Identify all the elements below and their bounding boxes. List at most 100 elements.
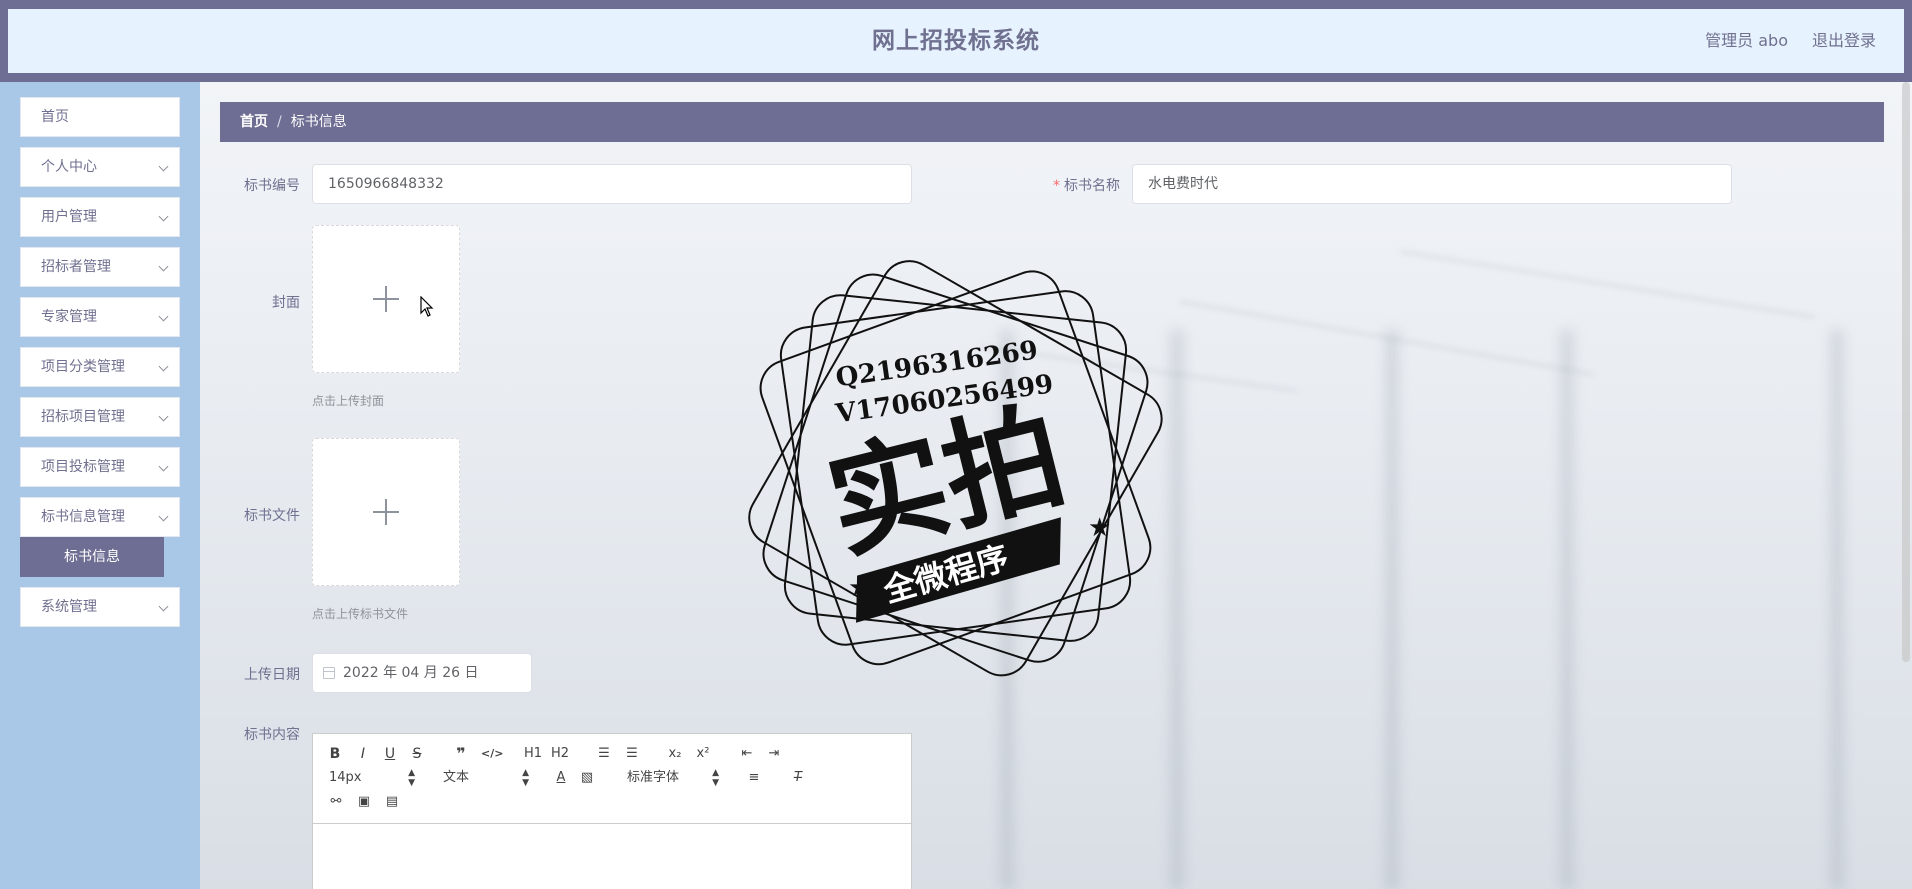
- current-user[interactable]: 管理员 abo: [1705, 9, 1788, 73]
- upload-date-value: 2022 年 04 月 26 日: [343, 665, 479, 681]
- sidebar-item-tender-project-management[interactable]: 招标项目管理: [20, 397, 180, 437]
- sidebar-item-label: 项目分类管理: [41, 359, 125, 375]
- star-icon: ★: [1088, 513, 1111, 543]
- link-icon[interactable]: ⚯: [327, 792, 345, 812]
- sidebar-item-label: 项目投标管理: [41, 459, 125, 475]
- upload-date-label: 上传日期: [244, 667, 300, 683]
- chevron-down-icon: [158, 361, 169, 372]
- superscript-button[interactable]: x²: [693, 744, 713, 764]
- sidebar-item-label: 首页: [41, 109, 69, 125]
- chevron-down-icon: [158, 411, 169, 422]
- paragraph-select[interactable]: 文本 ▲ ▼: [443, 768, 529, 788]
- bid-number-label: 标书编号: [244, 178, 300, 194]
- font-color-icon[interactable]: A: [553, 768, 569, 788]
- bid-name-field[interactable]: 水电费时代: [1132, 164, 1732, 204]
- breadcrumb-separator: /: [277, 114, 282, 130]
- sidebar-item-expert-management[interactable]: 专家管理: [20, 297, 180, 337]
- code-button[interactable]: </>: [481, 744, 503, 764]
- sidebar-item-label: 用户管理: [41, 209, 97, 225]
- content-label: 标书内容: [244, 727, 300, 743]
- sidebar-item-bid-document-management[interactable]: 标书信息管理: [20, 497, 180, 537]
- outdent-icon[interactable]: ⇤: [738, 744, 756, 764]
- font-size-select[interactable]: 14px ▲ ▼: [329, 768, 415, 788]
- blockquote-button[interactable]: ❞: [453, 744, 469, 764]
- cover-upload-tip: 点击上传封面: [312, 394, 385, 408]
- page-scrollbar[interactable]: [1902, 82, 1910, 662]
- chevron-down-icon: [158, 601, 169, 612]
- bold-button[interactable]: B: [327, 744, 343, 764]
- plus-icon: [373, 499, 399, 525]
- bid-number-field[interactable]: 1650966848332: [312, 164, 912, 204]
- sidebar-item-bid-management[interactable]: 项目投标管理: [20, 447, 180, 487]
- header-actions: 管理员 abo 退出登录: [1705, 9, 1876, 73]
- bullet-list-icon[interactable]: ☰: [623, 744, 641, 764]
- indent-icon[interactable]: ⇥: [765, 744, 783, 764]
- rich-text-editor: B I U S ❞ </> H1 H2 ☰ ☰ x₂ x² ⇤ ⇥ 14px ▲…: [312, 733, 912, 889]
- font-family-select[interactable]: 标准字体 ▲ ▼: [627, 768, 719, 788]
- chevron-down-icon: [158, 461, 169, 472]
- clear-format-icon[interactable]: T̶: [789, 768, 807, 788]
- underline-button[interactable]: U: [382, 744, 398, 764]
- italic-button[interactable]: I: [355, 744, 371, 764]
- sidebar-subitem-bid-document[interactable]: 标书信息: [20, 537, 164, 577]
- paragraph-value: 文本: [443, 770, 470, 785]
- top-header: 网上招投标系统 管理员 abo 退出登录: [0, 0, 1912, 82]
- video-icon[interactable]: ▤: [383, 792, 401, 812]
- bid-file-uploader[interactable]: [312, 438, 460, 586]
- sidebar-item-home[interactable]: 首页: [20, 97, 180, 137]
- font-size-value: 14px: [329, 770, 362, 785]
- chevron-down-icon: [158, 311, 169, 322]
- upload-date-picker[interactable]: 2022 年 04 月 26 日: [312, 653, 532, 693]
- watermark-stamp: Q2196316269 V17060256499 实拍 全微程序 ★ ★: [748, 260, 1163, 677]
- sidebar-item-label: 招标项目管理: [41, 409, 125, 425]
- sidebar-item-user-management[interactable]: 用户管理: [20, 197, 180, 237]
- bg-pole: [1170, 330, 1184, 889]
- editor-toolbar: B I U S ❞ </> H1 H2 ☰ ☰ x₂ x² ⇤ ⇥ 14px ▲…: [313, 734, 911, 824]
- bid-file-label: 标书文件: [244, 508, 300, 524]
- sidebar-item-label: 招标者管理: [41, 259, 111, 275]
- chevron-down-icon: [158, 161, 169, 172]
- bid-name-label-text: 标书名称: [1064, 178, 1120, 194]
- bid-file-upload-tip: 点击上传标书文件: [312, 607, 409, 621]
- mouse-cursor-icon: [420, 296, 434, 317]
- bg-wire: [1399, 250, 1816, 319]
- bg-pole: [1385, 330, 1399, 889]
- select-arrows-icon: ▲ ▼: [408, 768, 415, 788]
- bid-name-label: * 标书名称: [1040, 175, 1120, 195]
- sidebar-item-system-management[interactable]: 系统管理: [20, 587, 180, 627]
- app-title: 网上招投标系统: [872, 28, 1040, 54]
- sidebar-item-tenderer-management[interactable]: 招标者管理: [20, 247, 180, 287]
- sidebar-item-label: 系统管理: [41, 599, 97, 615]
- cover-label: 封面: [272, 295, 300, 311]
- sidebar-item-label: 标书信息管理: [41, 509, 125, 525]
- chevron-down-icon: [158, 211, 169, 222]
- font-family-value: 标准字体: [627, 770, 680, 785]
- image-icon[interactable]: ▣: [355, 792, 373, 812]
- strike-button[interactable]: S: [409, 744, 425, 764]
- header-inner: 网上招投标系统 管理员 abo 退出登录: [8, 9, 1904, 73]
- subscript-button[interactable]: x₂: [665, 744, 685, 764]
- h1-button[interactable]: H1: [523, 744, 543, 764]
- plus-icon: [373, 286, 399, 312]
- chevron-down-icon: [158, 511, 169, 522]
- align-icon[interactable]: ≡: [745, 768, 763, 788]
- sidebar-item-personal-center[interactable]: 个人中心: [20, 147, 180, 187]
- chevron-down-icon: [158, 261, 169, 272]
- ordered-list-icon[interactable]: ☰: [595, 744, 613, 764]
- required-mark: *: [1053, 178, 1060, 194]
- select-arrows-icon: ▲ ▼: [712, 768, 719, 788]
- calendar-icon: [323, 667, 335, 679]
- sidebar-item-label: 个人中心: [41, 159, 97, 175]
- select-arrows-icon: ▲ ▼: [522, 768, 529, 788]
- breadcrumb-home[interactable]: 首页: [240, 114, 268, 130]
- logout-link[interactable]: 退出登录: [1812, 9, 1876, 73]
- sidebar-item-label: 专家管理: [41, 309, 97, 325]
- sidebar: 首页 个人中心 用户管理 招标者管理 专家管理 项目分类管理 招标项目管理 项目…: [0, 82, 200, 889]
- h2-button[interactable]: H2: [550, 744, 570, 764]
- cover-uploader[interactable]: [312, 225, 460, 373]
- sidebar-item-category-management[interactable]: 项目分类管理: [20, 347, 180, 387]
- breadcrumb-current: 标书信息: [290, 114, 347, 130]
- bg-pole: [1830, 330, 1844, 889]
- breadcrumb: 首页 / 标书信息: [220, 102, 1884, 142]
- background-color-icon[interactable]: ▧: [579, 768, 595, 788]
